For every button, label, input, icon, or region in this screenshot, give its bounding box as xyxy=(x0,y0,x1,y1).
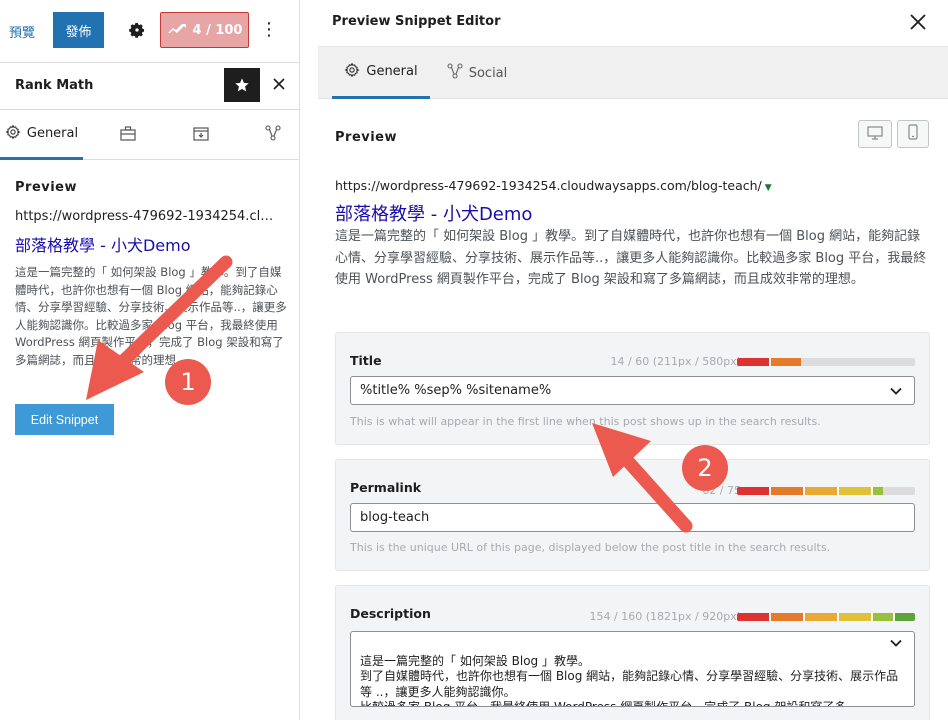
tab-general-label: General xyxy=(26,126,79,141)
permalink-field-box: Permalink 62 / 75 blog-teach This is the… xyxy=(335,459,930,571)
modal-title: Preview Snippet Editor xyxy=(332,14,501,29)
serp-url: https://wordpress-479692-1934254.cloudwa… xyxy=(15,209,281,224)
title-length-fill xyxy=(737,358,802,366)
settings-gear-icon[interactable] xyxy=(128,21,146,39)
permalink-length-bar xyxy=(737,487,915,495)
social-icon xyxy=(265,125,281,145)
serp-title: 部落格教學 - 小犬Demo xyxy=(15,236,191,255)
title-field-box: Title 14 / 60 (211px / 580px) %title% %s… xyxy=(335,332,930,445)
serp-title: 部落格教學 - 小犬Demo xyxy=(335,204,533,225)
sidebar-tabs: General xyxy=(0,110,300,160)
serp-description: 這是一篇完整的「 如何架設 Blog 」教學。到了自媒體時代，也許你也想有一個 … xyxy=(335,229,927,287)
title-length-bar xyxy=(737,358,915,366)
title-label: Title xyxy=(350,353,382,368)
preview-heading: Preview xyxy=(335,130,398,145)
more-options-icon[interactable]: ⋮ xyxy=(260,18,278,42)
tab-social-label: Social xyxy=(468,65,508,81)
desktop-preview-button[interactable] xyxy=(858,120,892,148)
title-char-count: 14 / 60 (211px / 580px) xyxy=(610,355,741,368)
edit-snippet-button[interactable]: Edit Snippet xyxy=(15,404,114,435)
mobile-preview-button[interactable] xyxy=(897,120,929,148)
dropdown-arrow-icon: ▼ xyxy=(764,183,772,193)
rank-math-logo-icon xyxy=(167,22,187,38)
permalink-input-value: blog-teach xyxy=(360,510,430,525)
tab-general[interactable]: General xyxy=(332,47,430,99)
serp-url-row: https://wordpress-479692-1934254.cloudwa… xyxy=(335,178,772,193)
snippet-editor-modal: Preview Snippet Editor General Social Pr… xyxy=(318,0,948,720)
title-help-text: This is what will appear in the first li… xyxy=(350,415,821,428)
serp-description: 這是一篇完整的「 如何架設 Blog 」教學。到了自媒體時代，也許你也想有一個 … xyxy=(15,265,287,367)
rank-math-sidebar: 預覽 發佈 4 / 100 ⋮ Rank Math General Previe… xyxy=(0,0,300,720)
gear-icon xyxy=(5,124,21,144)
desktop-icon xyxy=(867,125,883,144)
description-field-box: Description 154 / 160 (1821px / 920px) 這… xyxy=(335,585,930,720)
description-length-fill xyxy=(737,613,915,621)
panel-title: Rank Math xyxy=(15,78,94,93)
close-icon[interactable] xyxy=(908,12,930,34)
publish-button[interactable]: 發佈 xyxy=(53,12,104,48)
tab-schema[interactable] xyxy=(186,110,216,160)
title-input-value: %title% %sep% %sitename% xyxy=(360,383,552,398)
title-input[interactable]: %title% %sep% %sitename% xyxy=(350,376,915,405)
permalink-label: Permalink xyxy=(350,480,422,495)
tab-social[interactable]: Social xyxy=(442,47,512,99)
description-char-count: 154 / 160 (1821px / 920px) xyxy=(589,610,741,623)
description-length-bar xyxy=(737,613,915,621)
mobile-icon xyxy=(908,124,918,144)
star-icon[interactable] xyxy=(224,68,260,102)
serp-url: https://wordpress-479692-1934254.cloudwa… xyxy=(335,178,762,193)
preview-heading: Preview xyxy=(15,180,78,195)
permalink-help-text: This is the unique URL of this page, dis… xyxy=(350,541,831,554)
preview-link[interactable]: 預覽 xyxy=(9,22,35,41)
step-1-badge: 1 xyxy=(165,359,211,405)
chevron-down-icon[interactable] xyxy=(889,635,903,649)
tab-general[interactable]: General xyxy=(0,110,83,160)
step-2-badge: 2 xyxy=(682,445,728,491)
tab-advanced[interactable] xyxy=(113,110,143,160)
schema-icon xyxy=(193,126,209,145)
close-icon[interactable] xyxy=(268,73,290,97)
briefcase-icon xyxy=(120,125,136,145)
serp-preview: Preview https://wordpress-479692-1934254… xyxy=(15,180,287,369)
modal-tabs: General Social xyxy=(318,46,948,99)
description-textarea-value: 這是一篇完整的「 如何架設 Blog 」教學。 到了自媒體時代，也許你也想有一個… xyxy=(360,653,899,707)
editor-topbar: 預覽 發佈 4 / 100 ⋮ xyxy=(0,0,300,62)
tab-general-label: General xyxy=(366,64,418,79)
permalink-input[interactable]: blog-teach xyxy=(350,503,915,532)
gear-icon xyxy=(344,62,360,82)
social-icon xyxy=(447,63,463,83)
description-textarea[interactable]: 這是一篇完整的「 如何架設 Blog 」教學。 到了自媒體時代，也許你也想有一個… xyxy=(350,631,915,707)
chevron-down-icon[interactable] xyxy=(889,384,903,398)
description-label: Description xyxy=(350,606,431,621)
permalink-length-fill xyxy=(737,487,883,495)
seo-score-button[interactable]: 4 / 100 xyxy=(160,12,249,48)
tab-social[interactable] xyxy=(258,110,288,160)
seo-score-value: 4 / 100 xyxy=(192,22,243,38)
